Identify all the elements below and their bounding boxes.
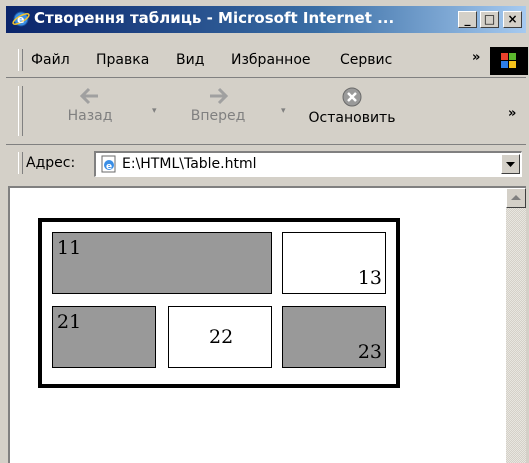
chevron-down-icon xyxy=(506,162,515,167)
menu-item-edit[interactable]: Правка xyxy=(96,52,149,68)
window-title: Створення таблиць - Microsoft Internet .… xyxy=(34,9,395,27)
back-label: Назад xyxy=(67,108,113,124)
menu-item-favorites[interactable]: Избранное xyxy=(231,52,311,68)
page-icon: e xyxy=(101,155,116,173)
cell-11-text: 11 xyxy=(57,237,82,259)
cell-21-text: 21 xyxy=(57,311,82,333)
cell-13-text: 13 xyxy=(357,267,382,289)
table-cell-23: 23 xyxy=(282,306,386,368)
title-bar[interactable]: e Створення таблиць - Microsoft Internet… xyxy=(6,6,526,33)
address-bar-grip[interactable] xyxy=(18,152,23,174)
browser-window: e Створення таблиць - Microsoft Internet… xyxy=(0,0,529,463)
windows-logo xyxy=(490,47,528,75)
address-value: E:\HTML\Table.html xyxy=(122,156,257,172)
page-viewport: 11 13 21 22 23 xyxy=(8,186,526,463)
toolbar-overflow-chevron[interactable]: » xyxy=(508,106,516,121)
table-cell-22: 22 xyxy=(168,306,272,368)
table-cell-13: 13 xyxy=(282,232,386,294)
forward-dropdown-icon[interactable]: ▾ xyxy=(281,106,286,116)
menu-bar: Файл Правка Вид Избранное Сервис » xyxy=(6,45,528,78)
svg-text:e: e xyxy=(17,13,24,26)
cell-22-text: 22 xyxy=(209,326,234,348)
vertical-scrollbar[interactable] xyxy=(506,188,526,463)
scroll-up-button[interactable] xyxy=(506,188,526,208)
menu-item-file[interactable]: Файл xyxy=(31,52,70,68)
back-arrow-icon xyxy=(79,87,98,105)
toolbar-grip[interactable] xyxy=(18,86,23,136)
svg-text:e: e xyxy=(106,162,112,172)
minimize-button[interactable]: _ xyxy=(458,11,477,28)
standard-toolbar: Назад ▾ Вперед ▾ Остановить » xyxy=(6,80,526,145)
table-cell-21: 21 xyxy=(52,306,156,368)
content-table: 11 13 21 22 23 xyxy=(38,218,400,388)
address-dropdown-button[interactable] xyxy=(501,154,520,174)
arrow-up-icon xyxy=(511,195,521,200)
menu-item-view[interactable]: Вид xyxy=(176,52,204,68)
stop-button[interactable]: Остановить xyxy=(300,86,404,126)
stop-label: Остановить xyxy=(308,110,396,126)
maximize-button[interactable]: □ xyxy=(480,11,499,28)
back-dropdown-icon[interactable]: ▾ xyxy=(152,106,157,116)
close-button[interactable]: × xyxy=(503,11,522,28)
menu-overflow-chevron[interactable]: » xyxy=(472,50,480,65)
address-input[interactable]: e E:\HTML\Table.html xyxy=(94,151,522,177)
forward-arrow-icon xyxy=(210,87,229,105)
address-bar: Адрес: e E:\HTML\Table.html xyxy=(6,145,526,181)
stop-icon xyxy=(342,87,362,107)
internet-explorer-icon: e xyxy=(12,11,30,27)
forward-button[interactable]: Вперед xyxy=(182,86,254,124)
table-cell-11: 11 xyxy=(52,232,272,294)
back-button[interactable]: Назад xyxy=(60,86,120,124)
menu-item-tools[interactable]: Сервис xyxy=(340,52,392,68)
forward-label: Вперед xyxy=(190,108,246,124)
address-label: Адрес: xyxy=(26,155,76,171)
windows-flag-icon xyxy=(501,53,516,68)
cell-23-text: 23 xyxy=(357,341,382,363)
menu-bar-grip[interactable] xyxy=(18,49,23,71)
